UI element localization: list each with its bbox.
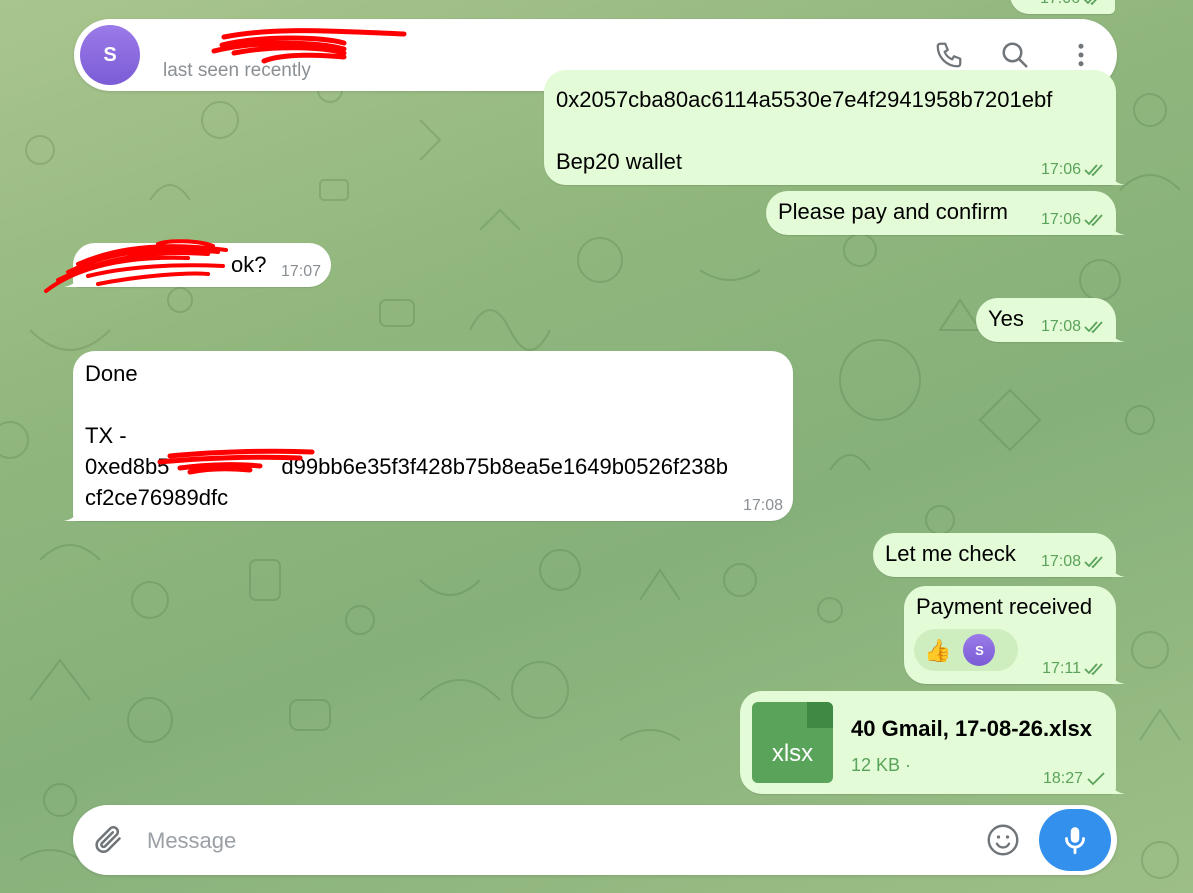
message-time: 17:08	[1040, 318, 1081, 335]
message-time: 17:08	[1040, 553, 1081, 570]
file-name[interactable]: 40 Gmail, 17-08-26.xlsx	[851, 713, 1092, 744]
xlsx-file-icon[interactable]: xlsx	[752, 702, 833, 783]
double-check-icon	[1084, 663, 1103, 676]
attach-button[interactable]	[91, 822, 127, 858]
message-time: 17:11	[1042, 660, 1081, 677]
message-bubble-received[interactable]: Payment received 👍 S 17:11	[904, 586, 1125, 684]
search-button[interactable]	[997, 37, 1033, 73]
bubble-tail	[1111, 776, 1125, 794]
message-time: 17:07	[280, 263, 321, 280]
bubble-tail	[1111, 217, 1125, 235]
single-check-icon	[1087, 772, 1105, 786]
message-time: 17:06	[1040, 161, 1081, 178]
tx-redaction-scribble	[157, 448, 315, 475]
phone-icon	[936, 42, 962, 68]
message-bubble-pay[interactable]: Please pay and confirm 17:06	[766, 191, 1125, 235]
telegram-chat-window: 17:06 S last seen recently 0x2057cba80ac…	[0, 0, 1193, 893]
message-input[interactable]	[145, 819, 969, 863]
message-text: Please pay and confirm	[778, 199, 1008, 224]
message-composer	[73, 805, 1117, 875]
reactor-avatar: S	[963, 634, 996, 666]
message-time: 17:06	[1040, 211, 1081, 228]
contact-status: last seen recently	[163, 60, 311, 81]
message-text: Yes	[988, 306, 1024, 331]
bubble-tail	[64, 503, 78, 521]
search-icon	[1002, 42, 1028, 68]
double-check-icon	[1084, 321, 1103, 334]
message-time: 17:06	[1040, 0, 1080, 8]
message-meta: 17:11	[1042, 660, 1106, 678]
message-meta: 17:06	[1041, 161, 1106, 179]
tx-hash-middle: d99bb6e35f3f428b75b8ea5e1649b0526f238b	[281, 454, 728, 479]
double-check-icon	[1084, 164, 1103, 177]
message-time: 18:27	[1042, 770, 1083, 787]
voice-record-button[interactable]	[1039, 809, 1111, 871]
bubble-tail	[1111, 559, 1125, 577]
message-text: Let me check	[885, 541, 1016, 566]
message-bubble-file[interactable]: xlsx 40 Gmail, 17-08-26.xlsx 12 KB · 18:…	[740, 691, 1125, 794]
message-meta: 17:08	[743, 497, 783, 515]
message-text-line-1: Done	[85, 361, 138, 386]
bubble-tail	[1111, 324, 1125, 342]
message-meta: 17:06	[1040, 0, 1105, 8]
message-meta: 18:27	[1043, 770, 1106, 788]
double-check-icon	[1084, 556, 1103, 569]
microphone-icon	[1065, 827, 1085, 855]
message-bubble-yes[interactable]: Yes 17:08	[976, 298, 1125, 342]
more-vertical-icon	[1078, 43, 1084, 67]
file-fold-corner	[807, 702, 833, 728]
message-meta: 17:08	[1041, 553, 1106, 571]
text-redaction-scribble	[44, 239, 228, 293]
more-options-button[interactable]	[1063, 37, 1099, 73]
file-extension: xlsx	[771, 740, 814, 767]
file-size: 12 KB ·	[851, 755, 912, 775]
thumbs-up-icon: 👍	[924, 637, 952, 663]
message-meta: 17:06	[1041, 211, 1106, 229]
paperclip-icon	[95, 825, 121, 853]
message-bubble-check[interactable]: Let me check 17:08	[873, 533, 1125, 577]
message-bubble-wallet[interactable]: 0x2057cba80ac6114a5530e7e4f2941958b7201e…	[544, 70, 1125, 185]
emoji-button[interactable]	[985, 822, 1021, 858]
double-check-icon	[1083, 0, 1097, 6]
bubble-tail	[1111, 167, 1125, 185]
message-meta: 17:08	[1041, 318, 1106, 336]
smile-icon	[987, 824, 1019, 856]
reaction-chip[interactable]: 👍 S	[914, 629, 1018, 671]
bubble-tail	[1111, 666, 1125, 684]
call-button[interactable]	[931, 37, 967, 73]
message-text: 0x2057cba80ac6114a5530e7e4f2941958b7201e…	[556, 87, 1053, 174]
double-check-icon	[1084, 214, 1103, 227]
message-bubble-partial[interactable]: 17:06	[1010, 0, 1115, 14]
message-meta: 17:07	[281, 263, 321, 281]
message-bubble-done[interactable]: Done TX - 0xed8b5 d99bb6e35f3f428b75b8ea5…	[64, 351, 793, 521]
contact-avatar[interactable]: S	[80, 25, 140, 85]
message-time: 17:08	[742, 497, 783, 514]
message-text: Payment received	[916, 594, 1093, 619]
message-text-line-4: cf2ce76989dfc	[85, 485, 229, 510]
